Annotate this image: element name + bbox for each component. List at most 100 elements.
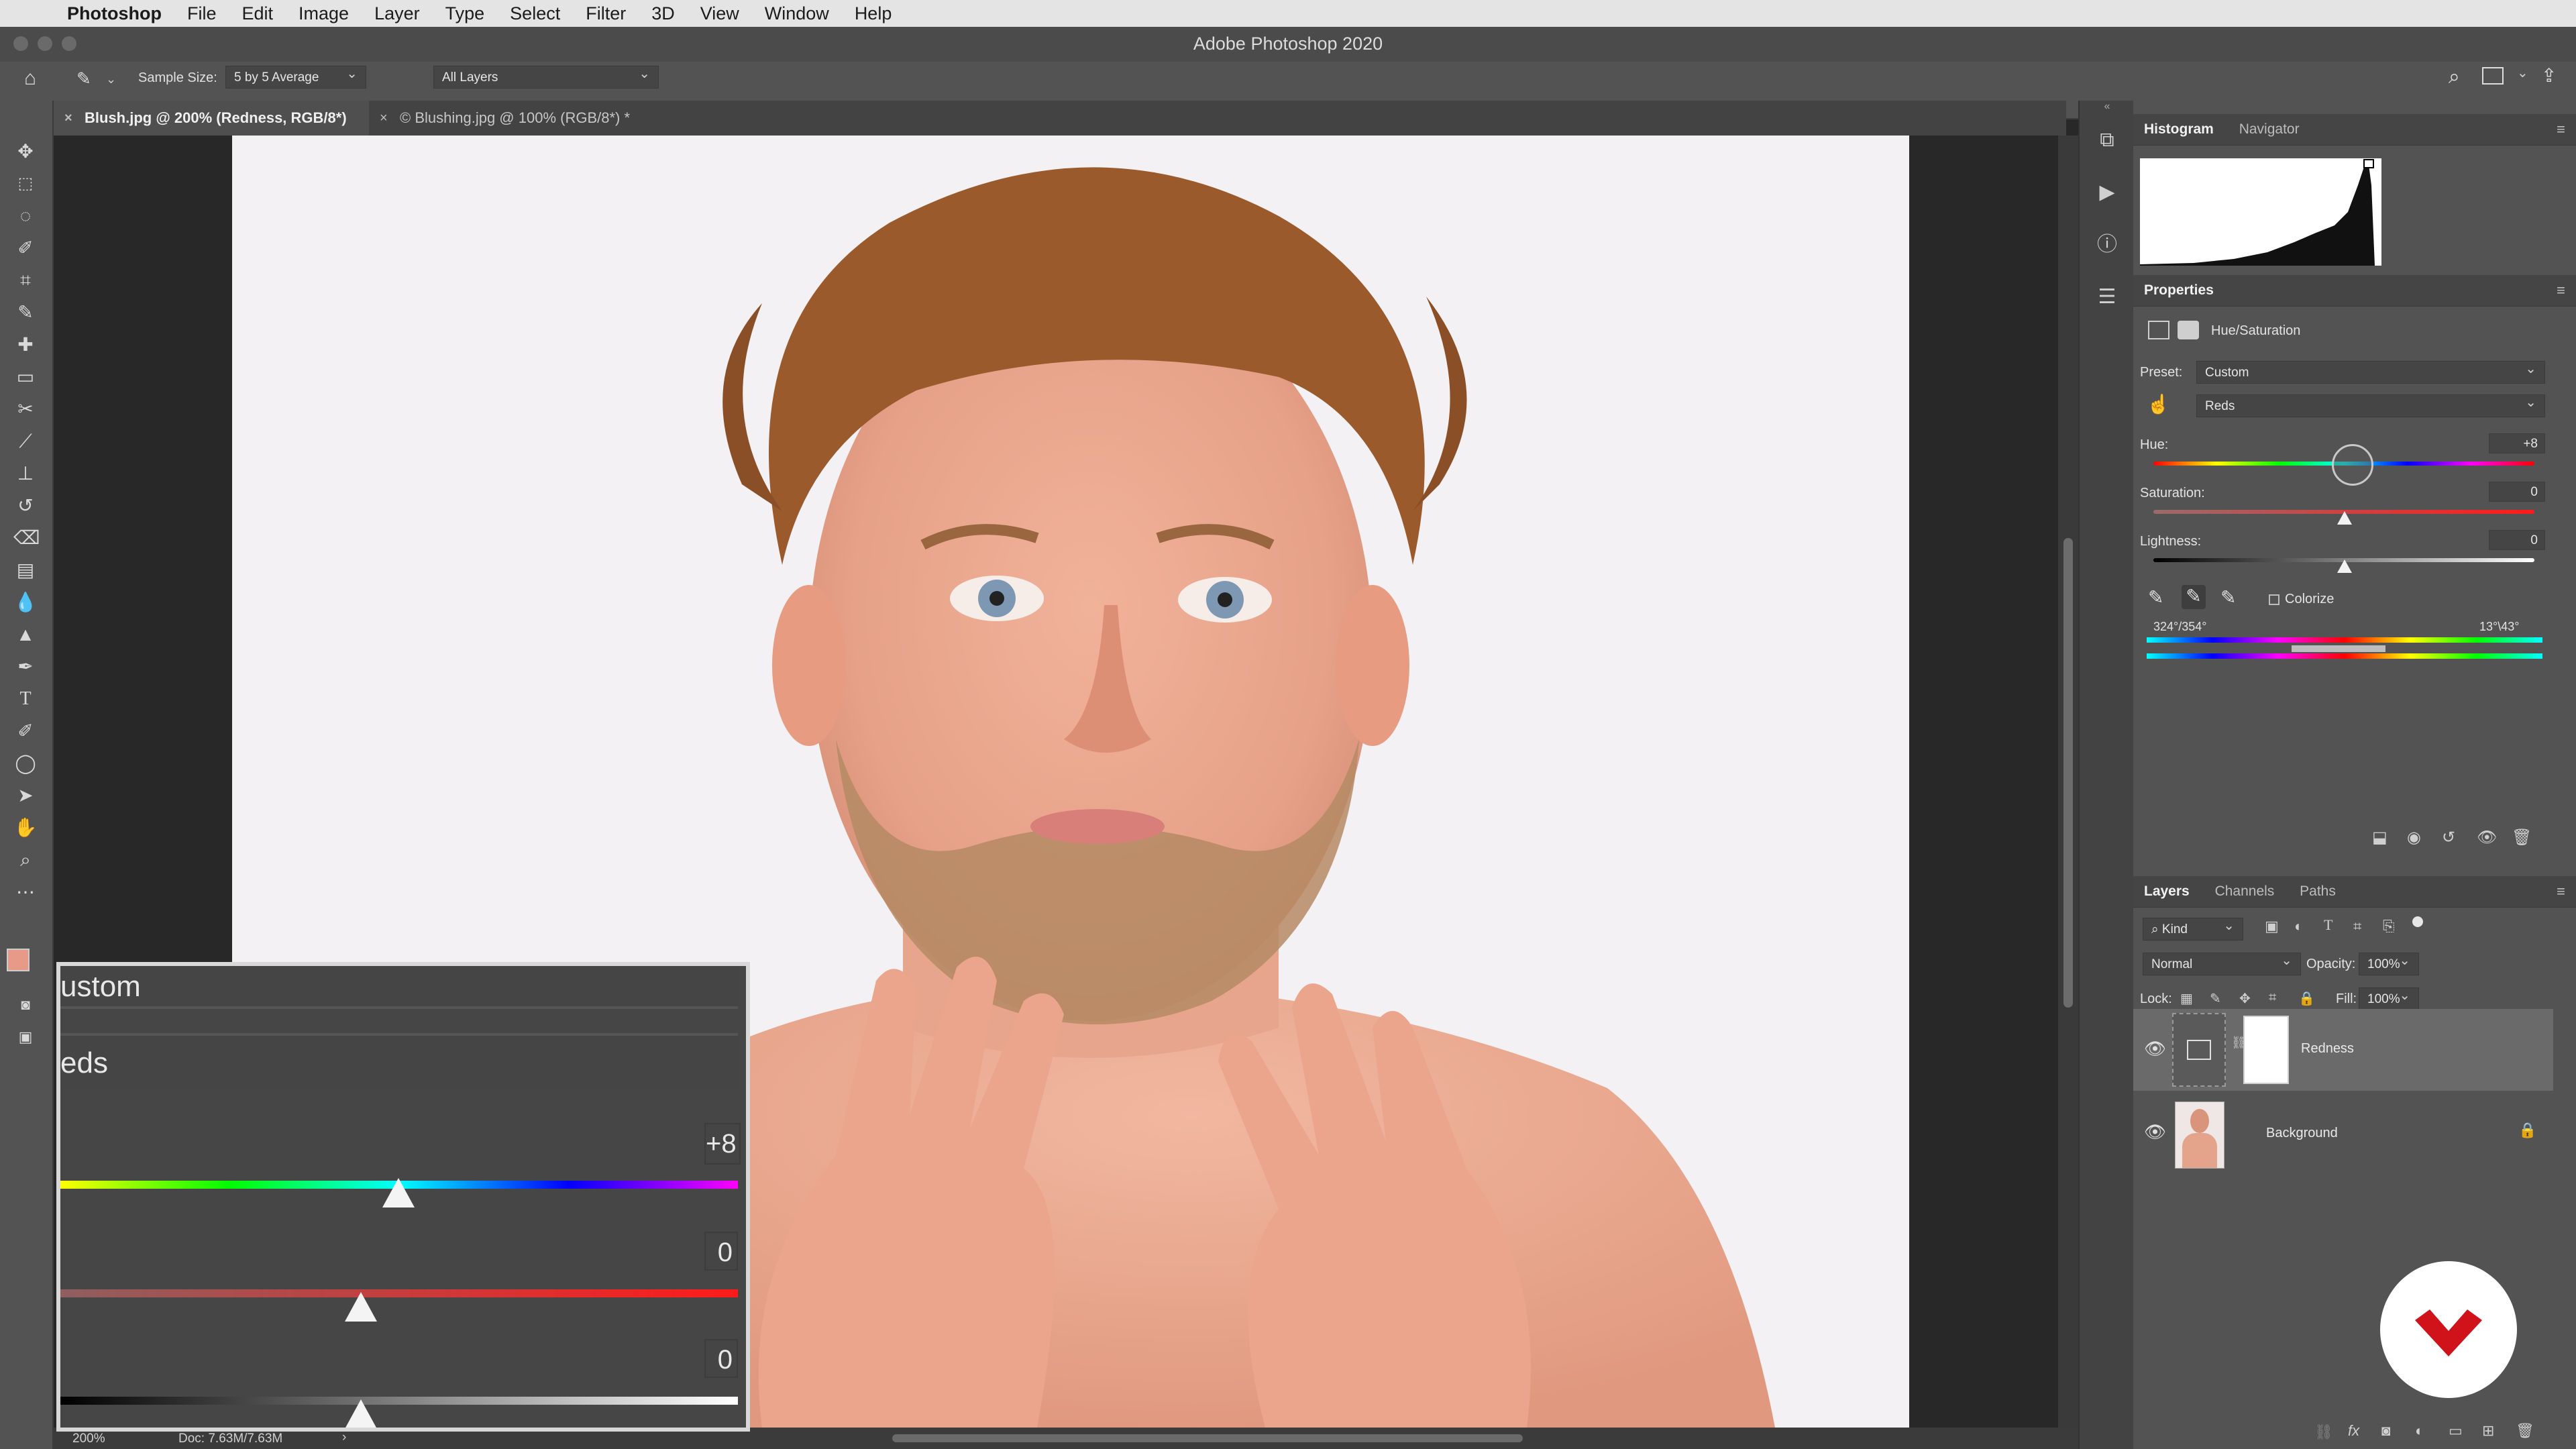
lock-artboard-icon[interactable]: ⌗ — [2269, 990, 2276, 1006]
search-icon[interactable]: ⌕ — [2449, 66, 2460, 89]
zoom-level[interactable]: 200% — [72, 1432, 105, 1446]
type-tool-icon[interactable]: T — [13, 687, 38, 711]
reset-icon[interactable]: ↺ — [2442, 828, 2455, 847]
tab-histogram[interactable]: Histogram — [2144, 114, 2214, 145]
layer-row-background[interactable]: 👁 Background 🔒 — [2133, 1092, 2553, 1174]
blend-mode-dropdown[interactable]: Normal — [2143, 949, 2301, 975]
tab-navigator[interactable]: Navigator — [2239, 114, 2300, 145]
chevron-down-icon[interactable]: ⌄ — [106, 72, 116, 87]
tab-paths[interactable]: Paths — [2300, 876, 2336, 907]
move-tool-icon[interactable]: ✥ — [13, 140, 38, 164]
layer-name[interactable]: Background — [2266, 1126, 2338, 1141]
lock-position-icon[interactable]: ✥ — [2239, 990, 2251, 1007]
new-layer-icon[interactable]: ⊞ — [2482, 1422, 2494, 1440]
ellipse-tool-icon[interactable]: ◯ — [13, 751, 38, 775]
menu-type[interactable]: Type — [445, 3, 485, 24]
horizontal-scrollbar[interactable] — [892, 1434, 1523, 1442]
sample-layers-dropdown[interactable]: All Layers — [433, 62, 659, 89]
dodge-tool-icon[interactable]: ▲ — [13, 623, 38, 647]
lasso-tool-icon[interactable]: ◌ — [13, 204, 38, 228]
visibility-eye-icon[interactable]: 👁 — [2477, 828, 2497, 847]
history-panel-icon[interactable]: ⧉ — [2094, 127, 2120, 153]
preset-dropdown[interactable]: Custom — [2196, 358, 2545, 384]
home-icon[interactable]: ⌂ — [24, 67, 36, 90]
quick-selection-tool-icon[interactable]: ✐ — [13, 236, 38, 260]
pen-tool-icon[interactable]: ✒ — [13, 655, 38, 679]
add-mask-icon[interactable]: ◙ — [2381, 1422, 2390, 1440]
tab-layers[interactable]: Layers — [2144, 876, 2190, 907]
eyedropper-tool-preset-icon[interactable]: ✎ — [76, 68, 91, 89]
opacity-field[interactable]: 100% — [2359, 949, 2419, 975]
menu-app-name[interactable]: Photoshop — [67, 3, 162, 24]
hand-tool-icon[interactable]: ✋ — [13, 816, 38, 840]
panel-menu-icon[interactable]: ≡ — [2557, 883, 2565, 900]
menu-view[interactable]: View — [700, 3, 739, 24]
healing-brush-tool-icon[interactable]: ✚ — [13, 333, 38, 357]
targeted-adjustment-hand-icon[interactable]: ☝ — [2147, 393, 2170, 415]
delete-layer-icon[interactable]: 🗑 — [2516, 1422, 2534, 1440]
quick-mask-icon[interactable]: ◙ — [13, 993, 38, 1017]
content-aware-move-tool-icon[interactable]: ✂ — [13, 397, 38, 421]
edit-toolbar-icon[interactable]: ⋯ — [13, 880, 38, 904]
filter-smart-object-icon[interactable]: ⎘ — [2383, 918, 2395, 935]
filter-adjustment-icon[interactable]: ◐ — [2294, 918, 2303, 935]
lightness-value-field[interactable]: 0 — [2489, 530, 2545, 550]
panel-menu-icon[interactable]: ≡ — [2557, 282, 2565, 299]
eraser-tool-icon[interactable]: ⌫ — [13, 526, 40, 550]
saturation-value-field[interactable]: 0 — [2489, 482, 2545, 502]
status-menu-arrow-icon[interactable]: › — [342, 1430, 346, 1445]
menu-file[interactable]: File — [187, 3, 217, 24]
menu-3d[interactable]: 3D — [651, 3, 675, 24]
hue-value-field[interactable]: +8 — [2489, 433, 2545, 453]
layer-mask-icon[interactable] — [2178, 321, 2199, 339]
clip-to-layer-icon[interactable]: ⬓ — [2372, 828, 2387, 847]
new-adjustment-layer-icon[interactable]: ◐ — [2415, 1422, 2424, 1440]
tab-blush[interactable]: × Blush.jpg @ 200% (Redness, RGB/8*) * — [54, 101, 369, 161]
hue-slider-thumb[interactable] — [2332, 444, 2373, 486]
zoom-tool-icon[interactable]: ⌕ — [13, 848, 38, 872]
lock-transparent-pixels-icon[interactable]: ▦ — [2180, 990, 2193, 1007]
workspace-icon[interactable] — [2482, 67, 2504, 85]
menu-select[interactable]: Select — [510, 3, 560, 24]
patch-tool-icon[interactable]: ▭ — [13, 365, 38, 389]
crop-tool-icon[interactable]: ⌗ — [13, 268, 38, 292]
menu-image[interactable]: Image — [299, 3, 349, 24]
actions-play-icon[interactable]: ▶ — [2094, 180, 2120, 205]
blur-tool-icon[interactable]: 💧 — [13, 590, 38, 614]
filter-shape-icon[interactable]: ⌗ — [2353, 918, 2361, 935]
gradient-tool-icon[interactable]: ▤ — [13, 558, 38, 582]
vertical-scrollbar[interactable] — [2058, 136, 2078, 1428]
menu-help[interactable]: Help — [855, 3, 892, 24]
menu-edit[interactable]: Edit — [242, 3, 274, 24]
info-icon[interactable]: ⓘ — [2094, 232, 2120, 258]
colorize-checkbox[interactable] — [2269, 594, 2279, 605]
lightness-slider-thumb[interactable] — [2337, 559, 2352, 573]
eyedropper-icon[interactable]: ✎ — [2148, 586, 2163, 608]
share-icon[interactable]: ⇪ — [2541, 64, 2557, 87]
layer-mask-thumbnail[interactable] — [2243, 1016, 2289, 1084]
lock-image-pixels-icon[interactable]: ✎ — [2210, 990, 2221, 1007]
menu-layer[interactable]: Layer — [374, 3, 420, 24]
collapse-dock-icon[interactable]: « — [2080, 101, 2135, 114]
fill-field[interactable]: 100% — [2359, 984, 2419, 1010]
direct-selection-tool-icon[interactable]: ➤ — [13, 784, 38, 808]
layer-name[interactable]: Redness — [2301, 1041, 2354, 1057]
panel-menu-icon[interactable]: ≡ — [2557, 121, 2565, 138]
filter-pixel-icon[interactable]: ▣ — [2265, 918, 2279, 935]
layer-row-redness[interactable]: 👁 ⛓ Redness — [2133, 1009, 2553, 1091]
saturation-slider-thumb[interactable] — [2337, 511, 2352, 525]
sample-size-dropdown[interactable]: 5 by 5 Average — [225, 62, 366, 89]
filter-toggle-icon[interactable] — [2412, 916, 2423, 927]
scroll-thumb[interactable] — [2063, 538, 2073, 1008]
properties-panel-icon[interactable]: ☰ — [2094, 284, 2120, 310]
foreground-color-swatch[interactable] — [7, 949, 30, 971]
filter-type-icon[interactable]: T — [2324, 916, 2332, 934]
clone-stamp-tool-icon[interactable]: ⊥ — [13, 462, 38, 486]
background-thumbnail[interactable] — [2175, 1102, 2224, 1169]
view-previous-state-icon[interactable]: ◉ — [2407, 828, 2421, 847]
eyedropper-add-icon[interactable]: ✎ — [2182, 585, 2206, 609]
history-brush-tool-icon[interactable]: ↺ — [13, 494, 38, 518]
new-group-icon[interactable]: ▭ — [2449, 1422, 2463, 1440]
eyedropper-subtract-icon[interactable]: ✎ — [2220, 586, 2236, 608]
lock-all-icon[interactable]: 🔒 — [2298, 990, 2315, 1007]
